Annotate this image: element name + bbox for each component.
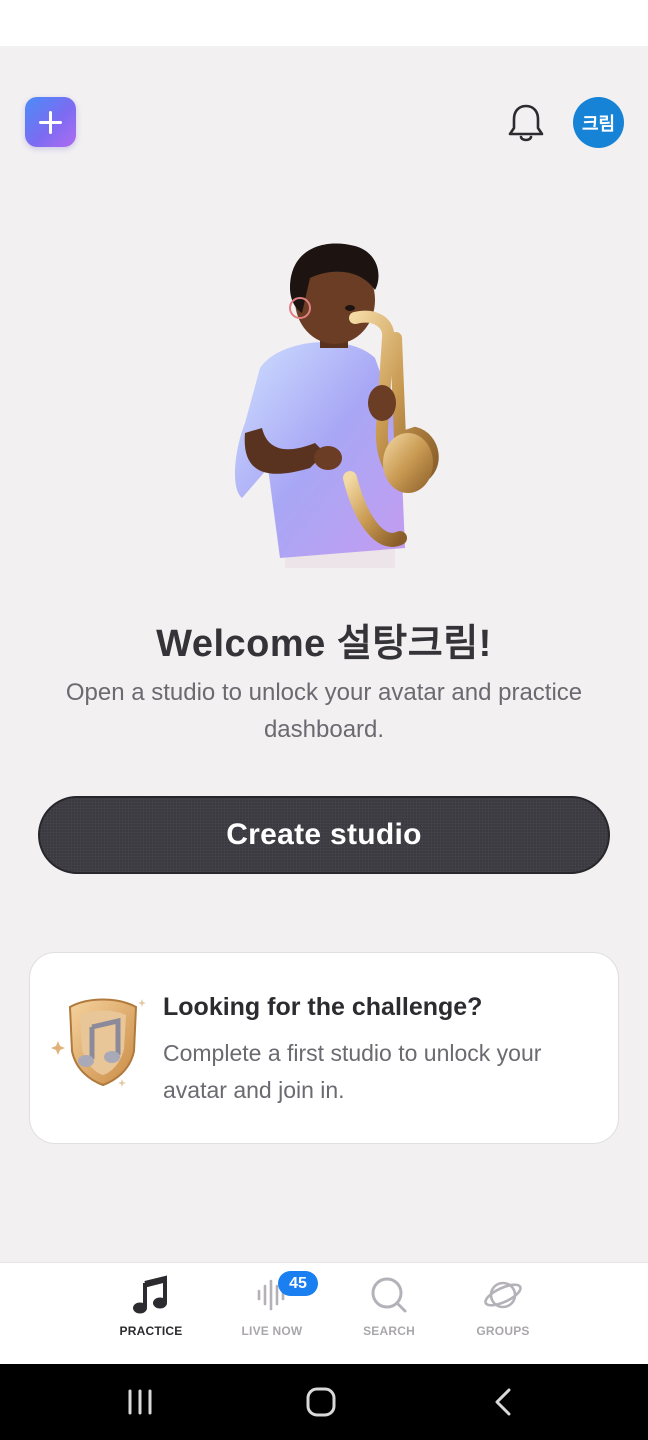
bottom-nav: PRACTICE LIVE NOW 45 SEARCH GROUPS xyxy=(0,1262,648,1364)
tab-label: SEARCH xyxy=(363,1324,415,1338)
saxophone-player-avatar xyxy=(234,243,439,568)
welcome-title: Welcome 설탕크림! xyxy=(156,623,492,665)
tab-label: LIVE NOW xyxy=(241,1324,303,1338)
challenge-title: Looking for the challenge? xyxy=(163,993,483,1021)
challenge-text: Complete a first studio to unlock your a… xyxy=(163,1040,542,1103)
tab-label: GROUPS xyxy=(476,1324,530,1338)
add-button[interactable] xyxy=(25,97,76,147)
top-bar: 크림 xyxy=(0,46,648,178)
back-icon[interactable] xyxy=(473,1382,533,1422)
music-note-badge-icon xyxy=(51,998,146,1087)
home-icon[interactable] xyxy=(291,1382,351,1422)
bell-icon xyxy=(508,104,544,142)
planet-icon xyxy=(484,1281,522,1309)
tab-label: PRACTICE xyxy=(119,1324,183,1338)
search-icon xyxy=(371,1277,407,1313)
profile-avatar[interactable]: 크림 xyxy=(573,97,624,148)
tab-search[interactable]: SEARCH xyxy=(334,1263,444,1365)
avatar-initials: 크림 xyxy=(581,113,616,135)
system-navigation-bar xyxy=(0,1364,648,1440)
plus-icon xyxy=(39,111,62,134)
tab-groups[interactable]: GROUPS xyxy=(448,1263,558,1365)
notifications-button[interactable] xyxy=(505,101,547,145)
tab-practice[interactable]: PRACTICE xyxy=(96,1263,206,1365)
welcome-subtitle: Open a studio to unlock your avatar and … xyxy=(65,679,583,743)
recents-icon[interactable] xyxy=(110,1382,170,1422)
create-studio-button[interactable]: Create studio xyxy=(38,796,610,874)
challenge-card[interactable]: Looking for the challenge? Complete a fi… xyxy=(29,952,619,1144)
status-bar xyxy=(0,0,648,46)
live-count-badge: 45 xyxy=(278,1271,318,1296)
music-note-icon xyxy=(133,1275,167,1314)
main-content: Welcome 설탕크림! Open a studio to unlock yo… xyxy=(0,178,648,1262)
